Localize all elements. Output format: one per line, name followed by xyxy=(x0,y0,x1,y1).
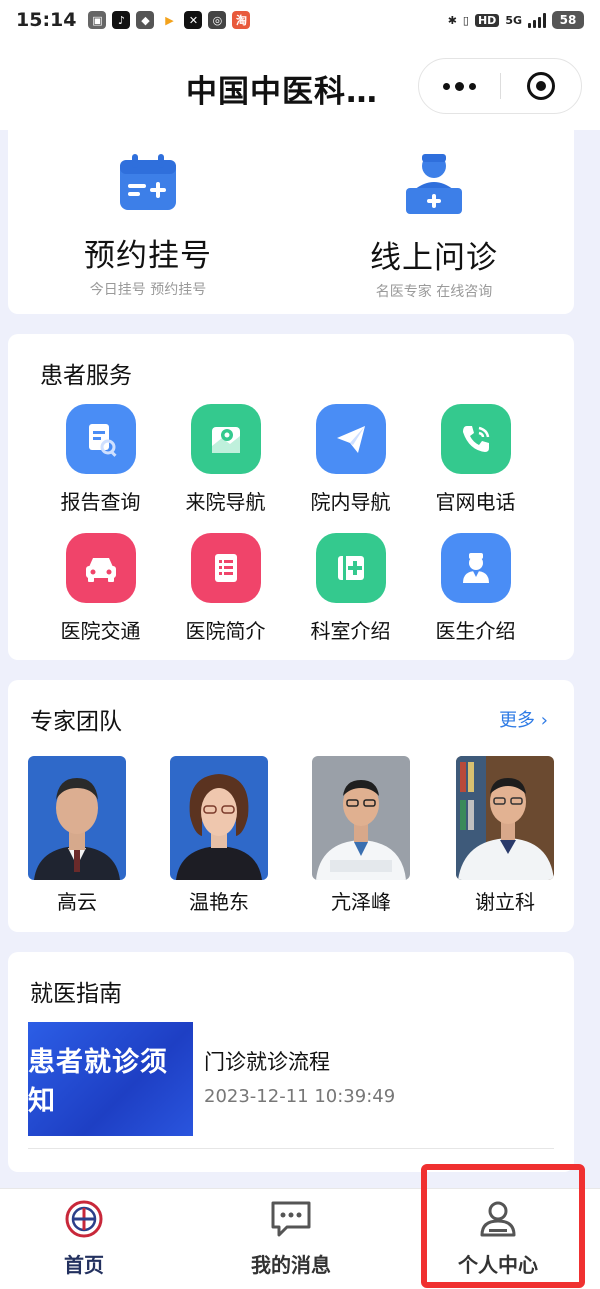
map-pin-icon xyxy=(190,404,261,474)
service-doctor-intro[interactable]: 医生介绍 xyxy=(413,533,538,644)
mini-program-capsule xyxy=(418,58,582,114)
tab-home[interactable]: 首页 xyxy=(14,1199,154,1278)
app-icon: ▣ xyxy=(88,11,107,29)
service-report-query[interactable]: 报告查询 xyxy=(38,404,163,515)
target-icon xyxy=(526,72,555,100)
service-label: 医生介绍 xyxy=(435,619,516,643)
appointment-sub: 今日挂号 预约挂号 xyxy=(89,282,207,298)
guide-thumb-text: 患者就诊须知 xyxy=(28,1047,168,1117)
online-consult-sub: 名医专家 在线咨询 xyxy=(375,284,493,300)
expert-name: 高云 xyxy=(57,890,97,914)
online-consult-label: 线上问诊 xyxy=(370,240,498,276)
expert-photo xyxy=(312,756,410,880)
report-search-icon xyxy=(65,404,136,474)
expert-card[interactable]: 高云 xyxy=(28,756,126,915)
medical-guide-card: 就医指南 患者就诊须知 门诊就诊流程 2023-12-11 10:39:49 xyxy=(8,952,574,1172)
service-label: 院内导航 xyxy=(310,490,391,514)
appointment-label: 预约挂号 xyxy=(84,238,212,274)
patient-services-card: 患者服务 报告查询 来院导航 院内导航 官网电话 医院交通 医院简介 科室介绍 … xyxy=(8,334,574,660)
signal-bars-icon xyxy=(528,12,546,28)
experts-title: 专家团队 xyxy=(30,709,122,735)
expert-card[interactable]: 温艳东 xyxy=(170,756,268,915)
service-label: 科室介绍 xyxy=(310,619,391,643)
tab-messages[interactable]: 我的消息 xyxy=(221,1199,361,1278)
services-title: 患者服务 xyxy=(40,363,132,389)
service-hospital-route[interactable]: 来院导航 xyxy=(163,404,288,515)
network-type: 5G xyxy=(505,13,522,27)
quick-actions-card: 预约挂号 今日挂号 预约挂号 线上问诊 名医专家 在线咨询 xyxy=(8,120,574,314)
expert-photo xyxy=(28,756,126,880)
online-consult-button[interactable]: 线上问诊 名医专家 在线咨询 xyxy=(314,150,554,301)
message-icon xyxy=(271,1201,311,1237)
divider xyxy=(28,1148,554,1149)
chevron-right-icon: › xyxy=(540,710,548,731)
expert-name: 温艳东 xyxy=(189,890,249,914)
guide-item-title[interactable]: 门诊就诊流程 xyxy=(204,1046,330,1076)
doctor-icon xyxy=(440,533,511,603)
guide-thumbnail[interactable]: 患者就诊须知 xyxy=(28,1022,193,1136)
service-label: 报告查询 xyxy=(60,490,141,514)
service-label: 官网电话 xyxy=(435,490,516,514)
tiktok-icon: ♪ xyxy=(112,11,131,29)
status-bar: 15:14 ▣ ♪ ◆ ▶ ✕ ◎ 淘 ✱ ▯ HD 5G 58 xyxy=(0,0,600,40)
page-title: 中国中医科… xyxy=(186,74,378,110)
appointment-button[interactable]: 预约挂号 今日挂号 预约挂号 xyxy=(28,150,268,299)
more-label: 更多 xyxy=(499,710,536,731)
close-program-button[interactable] xyxy=(501,58,582,114)
calendar-plus-icon xyxy=(120,154,176,210)
expert-name: 谢立科 xyxy=(475,890,535,914)
hd-badge: HD xyxy=(474,13,500,27)
document-icon xyxy=(190,533,261,603)
status-time: 15:14 xyxy=(16,9,77,31)
more-menu-button[interactable] xyxy=(419,58,500,114)
service-label: 来院导航 xyxy=(185,490,266,514)
tab-label: 首页 xyxy=(64,1253,104,1277)
more-experts-link[interactable]: 更多 › xyxy=(499,706,548,732)
tab-label: 我的消息 xyxy=(251,1253,331,1277)
tab-profile[interactable]: 个人中心 xyxy=(428,1199,568,1278)
guide-title: 就医指南 xyxy=(30,981,122,1007)
expert-card[interactable]: 亢泽峰 xyxy=(312,756,410,915)
tab-label: 个人中心 xyxy=(458,1253,538,1277)
status-app-icons: ▣ ♪ ◆ ▶ ✕ ◎ 淘 xyxy=(88,11,251,29)
nav-bar: 中国中医科… xyxy=(0,40,600,130)
user-icon xyxy=(480,1201,516,1237)
service-hospital-intro[interactable]: 医院简介 xyxy=(163,533,288,644)
taobao-icon: 淘 xyxy=(232,11,251,29)
battery-icon: 58 xyxy=(552,11,584,29)
service-department-intro[interactable]: 科室介绍 xyxy=(288,533,413,644)
swirl-icon: ◎ xyxy=(208,11,227,29)
hospital-logo-icon xyxy=(65,1200,103,1238)
capcut-icon: ✕ xyxy=(184,11,203,29)
services-grid: 报告查询 来院导航 院内导航 官网电话 医院交通 医院简介 科室介绍 医生介绍 xyxy=(38,404,558,644)
play-icon: ▶ xyxy=(160,11,179,29)
bottom-tab-bar: 首页 我的消息 个人中心 xyxy=(0,1188,600,1289)
app-page: 15:14 ▣ ♪ ◆ ▶ ✕ ◎ 淘 ✱ ▯ HD 5G 58 中国中医科… xyxy=(0,0,600,1289)
service-indoor-nav[interactable]: 院内导航 xyxy=(288,404,413,515)
bluetooth-icon: ✱ xyxy=(447,13,457,27)
department-icon xyxy=(315,533,386,603)
expert-photo xyxy=(170,756,268,880)
guide-item-time: 2023-12-11 10:39:49 xyxy=(204,1086,396,1107)
doctor-consult-icon xyxy=(406,154,462,214)
service-official-phone[interactable]: 官网电话 xyxy=(413,404,538,515)
vibrate-icon: ▯ xyxy=(462,13,469,27)
phone-icon xyxy=(440,404,511,474)
expert-name: 亢泽峰 xyxy=(331,890,391,914)
status-indicators: ✱ ▯ HD 5G 58 xyxy=(448,11,584,29)
car-icon xyxy=(65,533,136,603)
service-transport[interactable]: 医院交通 xyxy=(38,533,163,644)
expert-team-card: 专家团队 更多 › 高云 温艳东 亢泽峰 谢立科 xyxy=(8,680,574,932)
paper-plane-icon xyxy=(315,404,386,474)
service-label: 医院交通 xyxy=(60,619,141,643)
expert-photo xyxy=(456,756,554,880)
shield-icon: ◆ xyxy=(136,11,155,29)
service-label: 医院简介 xyxy=(185,619,266,643)
expert-card[interactable]: 谢立科 xyxy=(456,756,554,915)
